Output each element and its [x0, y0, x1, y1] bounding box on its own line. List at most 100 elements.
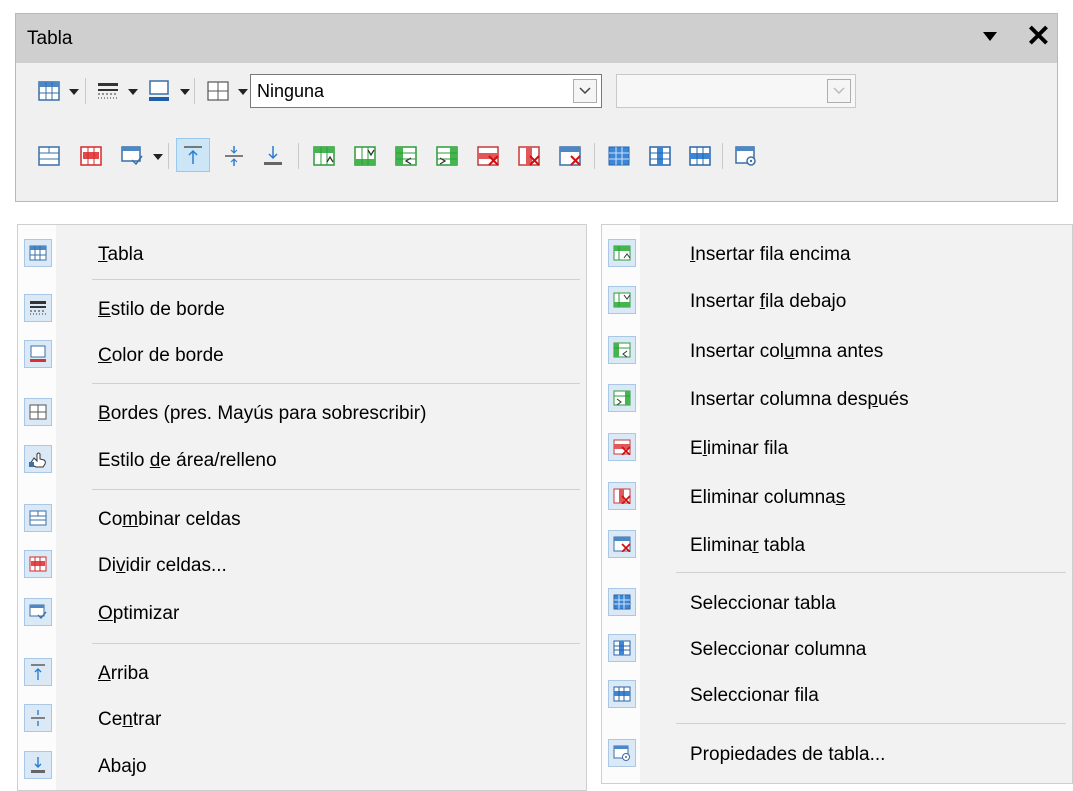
menu-item-estilo-de-area-relleno[interactable]: Estilo de área/relleno [18, 438, 586, 482]
border-color-icon[interactable] [142, 74, 176, 108]
menu-item-optimizar[interactable]: Optimizar [18, 591, 586, 635]
menu-separator [676, 723, 1066, 724]
menu-separator [92, 489, 580, 490]
delete-table-icon[interactable] [553, 139, 587, 173]
borders-dropdown-arrow[interactable] [238, 89, 248, 95]
border-color-dropdown-arrow[interactable] [180, 89, 190, 95]
delete-row-icon[interactable] [471, 139, 505, 173]
menu-item-label: Insertar fila debajo [690, 291, 847, 312]
select-table-icon [608, 588, 636, 616]
table-dropdown-arrow[interactable] [69, 89, 79, 95]
table-properties-icon[interactable] [729, 139, 763, 173]
toolbar-menu-dropdown-icon[interactable] [983, 32, 997, 41]
menu-item-label: Insertar fila encima [690, 244, 851, 265]
menu-item-insertar-fila-debajo[interactable]: Insertar fila debajo [602, 279, 1072, 323]
menu-item-color-de-borde[interactable]: Color de borde [18, 333, 586, 377]
borders-icon[interactable] [201, 74, 235, 108]
select-row-icon[interactable] [683, 139, 717, 173]
insert-row-above-icon [608, 239, 636, 267]
menu-item-label: Seleccionar tabla [690, 593, 836, 614]
menu-item-abajo[interactable]: Abajo [18, 744, 586, 788]
split-cells-icon[interactable] [74, 139, 108, 173]
menu-item-eliminar-columnas[interactable]: Eliminar columnas [602, 475, 1072, 519]
menu-item-label: Centrar [98, 709, 162, 730]
menu-item-bordes[interactable]: Bordes (pres. Mayús para sobrescribir) [18, 391, 586, 435]
menu-separator [92, 383, 580, 384]
delete-column-icon[interactable] [512, 139, 546, 173]
border-style-dropdown-arrow[interactable] [128, 89, 138, 95]
menu-item-tabla[interactable]: Tabla [18, 232, 586, 276]
menu-item-seleccionar-tabla[interactable]: Seleccionar tabla [602, 581, 1072, 625]
menu-item-seleccionar-fila[interactable]: Seleccionar fila [602, 673, 1072, 717]
menu-item-eliminar-fila[interactable]: Eliminar fila [602, 426, 1072, 470]
insert-column-after-icon [608, 384, 636, 412]
delete-column-icon [608, 482, 636, 510]
split-cells-icon [24, 550, 52, 578]
toolbar-row-1: Ninguna [28, 71, 1048, 111]
toolbar-separator [722, 143, 723, 169]
border-color-icon [24, 340, 52, 368]
table-properties-icon [608, 739, 636, 767]
insert-row-above-icon[interactable] [307, 139, 341, 173]
borders-icon [24, 398, 52, 426]
optimize-icon [24, 598, 52, 626]
insert-column-before-icon[interactable] [389, 139, 423, 173]
align-top-icon [24, 658, 52, 686]
align-center-icon[interactable] [217, 139, 251, 173]
optimize-icon[interactable] [115, 139, 149, 173]
toolbar-titlebar: Tabla ✕ [16, 14, 1057, 63]
menu-separator [92, 279, 580, 280]
toolbar-separator [194, 78, 195, 104]
toolbar-row-2 [28, 136, 1048, 176]
close-icon[interactable]: ✕ [1026, 17, 1051, 57]
delete-row-icon [608, 433, 636, 461]
merge-cells-icon[interactable] [32, 139, 66, 173]
select-column-icon [608, 634, 636, 662]
table-icon [24, 239, 52, 267]
menu-item-estilo-de-borde[interactable]: Estilo de borde [18, 287, 586, 331]
menu-item-eliminar-tabla[interactable]: Eliminar tabla [602, 523, 1072, 567]
chevron-down-icon[interactable] [573, 79, 597, 103]
menu-item-insertar-fila-encima[interactable]: Insertar fila encima [602, 232, 1072, 276]
menu-item-label: Eliminar fila [690, 438, 789, 459]
table-icon[interactable] [32, 74, 66, 108]
menu-separator [676, 572, 1066, 573]
select-column-icon[interactable] [643, 139, 677, 173]
menu-item-label: Tabla [98, 244, 144, 265]
menu-item-label: Dividir celdas... [98, 555, 227, 576]
table-toolbar: Tabla ✕ Ninguna [15, 13, 1058, 202]
menu-item-label: Eliminar columnas [690, 487, 846, 508]
style-secondary-combobox[interactable] [616, 74, 856, 108]
menu-item-arriba[interactable]: Arriba [18, 651, 586, 695]
left-context-menu: Tabla Estilo de borde Color de borde Bor… [17, 224, 587, 791]
cell-style-combobox[interactable]: Ninguna [250, 74, 602, 108]
menu-item-label: Estilo de área/relleno [98, 450, 277, 471]
menu-item-insertar-columna-despues[interactable]: Insertar columna después [602, 377, 1072, 421]
menu-item-label: Arriba [98, 663, 149, 684]
menu-item-label: Bordes (pres. Mayús para sobrescribir) [98, 403, 427, 424]
menu-item-label: Insertar columna después [690, 389, 909, 410]
select-row-icon [608, 680, 636, 708]
menu-item-combinar-celdas[interactable]: Combinar celdas [18, 497, 586, 541]
insert-column-after-icon[interactable] [430, 139, 464, 173]
align-bottom-icon [24, 751, 52, 779]
cell-style-value: Ninguna [257, 81, 325, 101]
insert-row-below-icon[interactable] [348, 139, 382, 173]
menu-item-centrar[interactable]: Centrar [18, 697, 586, 741]
menu-item-label: Estilo de borde [98, 299, 225, 320]
select-table-icon[interactable] [602, 139, 636, 173]
border-style-icon [24, 294, 52, 322]
menu-item-seleccionar-columna[interactable]: Seleccionar columna [602, 627, 1072, 671]
align-bottom-icon[interactable] [256, 139, 290, 173]
menu-item-label: Insertar columna antes [690, 341, 884, 362]
chevron-down-icon[interactable] [827, 79, 851, 103]
menu-item-label: Eliminar tabla [690, 535, 806, 556]
menu-item-dividir-celdas[interactable]: Dividir celdas... [18, 543, 586, 587]
optimize-dropdown-arrow[interactable] [153, 154, 163, 160]
menu-item-propiedades-de-tabla[interactable]: Propiedades de tabla... [602, 732, 1072, 776]
border-style-icon[interactable] [91, 74, 125, 108]
align-top-icon[interactable] [176, 138, 210, 172]
area-fill-icon [24, 445, 52, 473]
delete-table-icon [608, 530, 636, 558]
menu-item-insertar-columna-antes[interactable]: Insertar columna antes [602, 329, 1072, 373]
